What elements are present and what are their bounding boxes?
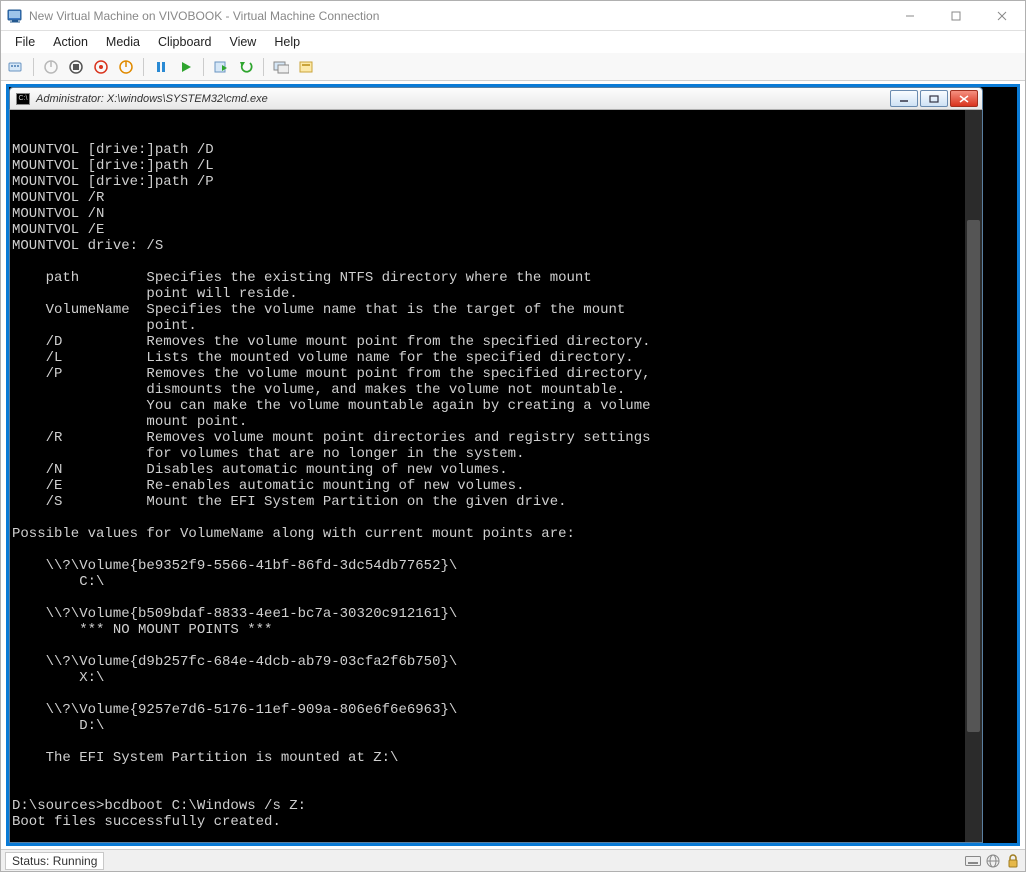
menu-view[interactable]: View [221,33,264,51]
menu-clipboard[interactable]: Clipboard [150,33,220,51]
close-button[interactable] [979,1,1025,30]
keyboard-icon [965,853,981,869]
menu-action[interactable]: Action [45,33,96,51]
guest-desktop[interactable]: C:\ Administrator: X:\windows\SYSTEM32\c… [9,87,1017,843]
app-icon [7,8,23,24]
toolbar-separator [203,58,204,76]
status-text: Status: Running [5,852,104,870]
toolbar-separator [263,58,264,76]
cmd-close-button[interactable] [950,90,978,107]
window-controls [887,1,1025,30]
shutdown-button[interactable] [90,56,112,78]
checkpoint-button[interactable] [210,56,232,78]
cmd-icon: C:\ [16,93,30,105]
scrollbar-thumb[interactable] [967,220,980,732]
toolbar-separator [143,58,144,76]
cmd-scrollbar[interactable] [965,110,982,842]
menu-help[interactable]: Help [266,33,308,51]
window-title: New Virtual Machine on VIVOBOOK - Virtua… [29,9,887,23]
revert-button[interactable] [235,56,257,78]
ctrl-alt-del-button[interactable] [5,56,27,78]
network-icon [985,853,1001,869]
lock-icon [1005,853,1021,869]
statusbar: Status: Running [1,849,1025,871]
minimize-button[interactable] [887,1,933,30]
vm-viewport: C:\ Administrator: X:\windows\SYSTEM32\c… [1,81,1025,849]
turn-off-button[interactable] [65,56,87,78]
pause-button[interactable] [150,56,172,78]
cmd-window: C:\ Administrator: X:\windows\SYSTEM32\c… [9,87,983,843]
outer-titlebar: New Virtual Machine on VIVOBOOK - Virtua… [1,1,1025,31]
cmd-maximize-button[interactable] [920,90,948,107]
cmd-text: MOUNTVOL [drive:]path /D MOUNTVOL [drive… [12,142,980,843]
save-button[interactable] [115,56,137,78]
menu-media[interactable]: Media [98,33,148,51]
enhanced-session-button[interactable] [270,56,292,78]
share-button[interactable] [295,56,317,78]
reset-button[interactable] [175,56,197,78]
start-button[interactable] [40,56,62,78]
menubar: File Action Media Clipboard View Help [1,31,1025,53]
cmd-titlebar[interactable]: C:\ Administrator: X:\windows\SYSTEM32\c… [9,87,983,110]
cmd-output[interactable]: MOUNTVOL [drive:]path /D MOUNTVOL [drive… [9,110,983,843]
maximize-button[interactable] [933,1,979,30]
cmd-minimize-button[interactable] [890,90,918,107]
menu-file[interactable]: File [7,33,43,51]
hyperv-window: New Virtual Machine on VIVOBOOK - Virtua… [0,0,1026,872]
cmd-window-controls [890,90,982,107]
toolbar [1,53,1025,81]
cmd-title: Administrator: X:\windows\SYSTEM32\cmd.e… [36,93,890,105]
toolbar-separator [33,58,34,76]
vm-frame: C:\ Administrator: X:\windows\SYSTEM32\c… [6,84,1020,846]
